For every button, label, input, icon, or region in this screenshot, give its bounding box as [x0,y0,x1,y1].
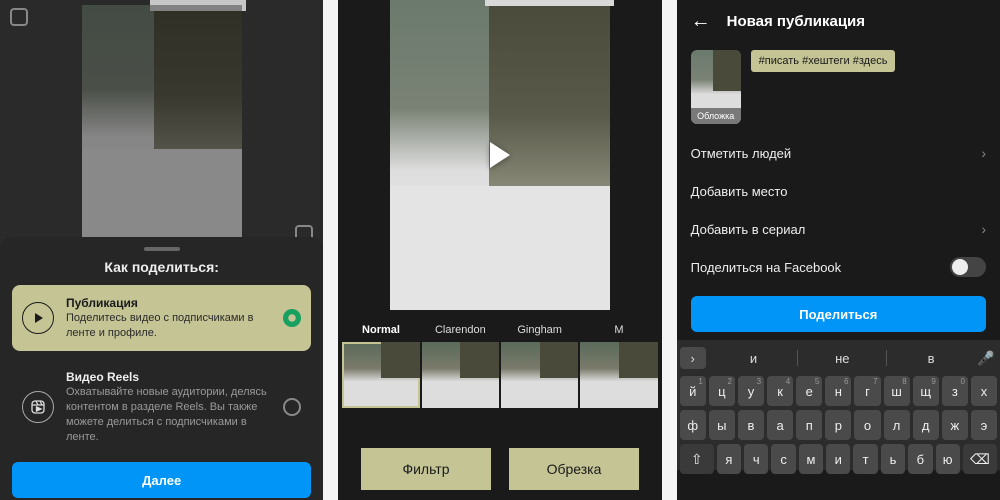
chevron-right-icon: › [981,145,986,161]
filter-name: Gingham [501,324,578,336]
keyboard-key[interactable]: п [796,410,822,440]
suggestion[interactable]: не [798,351,886,366]
tab-filter[interactable]: Фильтр [361,448,491,490]
toggle-off[interactable] [950,257,986,277]
row-label: Добавить место [691,184,788,199]
row-tag-people[interactable]: Отметить людей › [691,134,986,172]
filter-name: Clarendon [422,324,499,336]
keyboard-key[interactable]: л [884,410,910,440]
sheet-title: Как поделиться: [12,259,311,275]
caption-input[interactable]: #писать #хештеги #здесь [751,50,896,72]
option-publication[interactable]: Публикация Поделитесь видео с подписчика… [12,285,311,351]
radio-unselected-icon [283,398,301,416]
keyboard-key[interactable]: ж [942,410,968,440]
keyboard-key[interactable]: о [854,410,880,440]
keyboard-key[interactable]: г7 [854,376,880,406]
keyboard-key[interactable]: к4 [767,376,793,406]
row-label: Добавить в сериал [691,222,806,237]
page-title: Новая публикация [727,13,865,30]
reels-icon [22,391,54,423]
keyboard-key[interactable]: р [825,410,851,440]
keyboard-key[interactable]: з0 [942,376,968,406]
filter-thumbnail [580,342,657,408]
keyboard-key[interactable]: ю [936,444,960,474]
share-button[interactable]: Поделиться [691,296,986,332]
play-icon [22,302,54,334]
keyboard-key[interactable]: у3 [738,376,764,406]
suggestion-bar: › и не в 🎤 [680,344,997,372]
keyboard-key[interactable]: ы [709,410,735,440]
cover-thumbnail[interactable]: Обложка [691,50,741,124]
shift-key[interactable]: ⇧ [680,444,714,474]
keyboard-key[interactable]: т [853,444,877,474]
keyboard: › и не в 🎤 й1ц2у3к4е5н6г7ш8щ9з0х фывапро… [677,340,1000,470]
header: ← Новая публикация [677,0,1000,42]
phone-1-share-sheet: Как поделиться: Публикация Поделитесь ви… [0,0,323,500]
keyboard-key[interactable]: б [908,444,932,474]
filter-item[interactable]: Clarendon [422,324,499,414]
keyboard-key[interactable]: с [771,444,795,474]
video-preview[interactable] [82,5,242,245]
back-arrow-icon[interactable]: ← [691,10,711,33]
row-label: Поделиться на Facebook [691,260,842,275]
keyboard-key[interactable]: и [826,444,850,474]
keyboard-key[interactable]: х [971,376,997,406]
share-sheet: Как поделиться: Публикация Поделитесь ви… [0,237,323,500]
radio-selected-icon [283,309,301,327]
filter-name: Normal [342,324,419,336]
suggestion[interactable]: и [710,351,798,366]
phone-2-filter-editor: NormalClarendonGinghamM Фильтр Обрезка [338,0,661,500]
keyboard-key[interactable]: ь [881,444,905,474]
keyboard-key[interactable]: щ9 [913,376,939,406]
filter-item[interactable]: M [580,324,657,414]
option-desc: Охватывайте новые аудитории, делясь конт… [66,385,271,444]
keyboard-key[interactable]: я [717,444,741,474]
filter-thumbnail [342,342,419,408]
keyboard-key[interactable]: й1 [680,376,706,406]
filter-item[interactable]: Normal [342,324,419,414]
suggestion[interactable]: в [887,351,975,366]
row-add-place[interactable]: Добавить место [691,172,986,210]
filter-item[interactable]: Gingham [501,324,578,414]
phone-3-new-post: ← Новая публикация Обложка #писать #хешт… [677,0,1000,500]
video-preview-area [0,0,323,250]
row-add-series[interactable]: Добавить в сериал › [691,210,986,248]
keyboard-key[interactable]: ф [680,410,706,440]
keyboard-key[interactable]: а [767,410,793,440]
keyboard-key[interactable]: э [971,410,997,440]
keyboard-key[interactable]: в [738,410,764,440]
keyboard-key[interactable]: ч [744,444,768,474]
option-desc: Поделитесь видео с подписчиками в ленте … [66,311,271,341]
video-preview[interactable] [390,0,610,310]
filter-name: M [580,324,657,336]
filter-thumbnail [422,342,499,408]
keyboard-key[interactable]: д [913,410,939,440]
option-title: Публикация [66,295,271,311]
play-icon[interactable] [490,142,510,168]
option-title: Видео Reels [66,369,271,385]
filter-strip[interactable]: NormalClarendonGinghamM [338,324,661,414]
keyboard-key[interactable]: м [799,444,823,474]
keyboard-key[interactable]: ш8 [884,376,910,406]
sheet-grabber[interactable] [144,247,180,251]
row-label: Отметить людей [691,146,791,161]
chevron-right-icon: › [981,221,986,237]
backspace-key[interactable]: ⌫ [963,444,997,474]
tab-crop[interactable]: Обрезка [509,448,639,490]
editor-tabs: Фильтр Обрезка [338,448,661,490]
keyboard-key[interactable]: н6 [825,376,851,406]
filter-thumbnail [501,342,578,408]
mic-icon[interactable]: 🎤 [975,350,997,367]
next-button[interactable]: Далее [12,462,311,498]
chevron-right-icon[interactable]: › [680,347,706,369]
multi-select-icon[interactable] [10,8,28,26]
row-share-facebook[interactable]: Поделиться на Facebook [691,248,986,286]
option-reels[interactable]: Видео Reels Охватывайте новые аудитории,… [12,359,311,455]
cover-label: Обложка [691,108,741,124]
keyboard-key[interactable]: е5 [796,376,822,406]
keyboard-key[interactable]: ц2 [709,376,735,406]
